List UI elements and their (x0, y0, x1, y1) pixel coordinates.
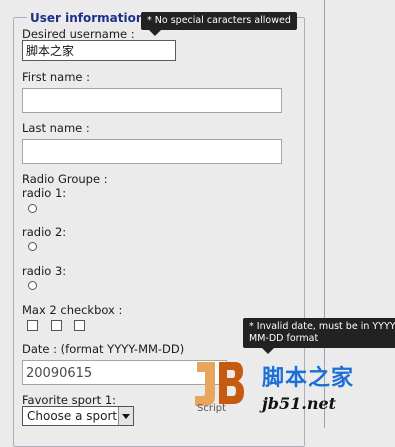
radio-1[interactable] (28, 204, 37, 213)
username-tooltip-text: * No special caracters allowed (147, 15, 291, 26)
checkbox-2[interactable] (51, 320, 62, 331)
radio-2[interactable] (28, 242, 37, 251)
radio-3-label: radio 3: (22, 264, 67, 278)
radio-group-label: Radio Groupe : (22, 172, 108, 186)
sport-label: Favorite sport 1: (22, 393, 117, 407)
radio-1-label: radio 1: (22, 186, 67, 200)
watermark-site-url: jb51.net (262, 394, 337, 413)
lastname-input[interactable] (22, 139, 282, 164)
checkbox-3[interactable] (74, 320, 85, 331)
firstname-label: First name : (22, 70, 91, 84)
dropdown-arrow-icon[interactable] (118, 407, 133, 425)
radio-2-label: radio 2: (22, 225, 67, 239)
username-input[interactable] (22, 40, 176, 61)
checkbox-group-label: Max 2 checkbox : (22, 303, 123, 317)
date-tooltip-line1: * Invalid date, must be in YYYY (249, 321, 395, 332)
watermark-script-text: Script (197, 403, 227, 414)
fieldset-legend: User informations (27, 11, 155, 25)
tooltip-arrow-icon (149, 30, 161, 36)
watermark-site-name: 脚本之家 (262, 366, 355, 391)
lastname-label: Last name : (22, 121, 90, 135)
tooltip-arrow-icon (262, 348, 274, 354)
date-tooltip-line2: MM-DD format (249, 333, 319, 344)
sport-select-value: Choose a sport (27, 409, 118, 423)
username-error-tooltip: * No special caracters allowed (141, 12, 297, 36)
username-label: Desired username : (22, 27, 135, 41)
radio-3[interactable] (28, 281, 37, 290)
firstname-input[interactable] (22, 88, 282, 113)
date-label: Date : (format YYYY-MM-DD) (22, 342, 185, 356)
checkbox-1[interactable] (27, 320, 38, 331)
date-error-tooltip: * Invalid date, must be in YYYY MM-DD fo… (243, 318, 395, 354)
sport-select[interactable]: Choose a sport (22, 406, 134, 426)
